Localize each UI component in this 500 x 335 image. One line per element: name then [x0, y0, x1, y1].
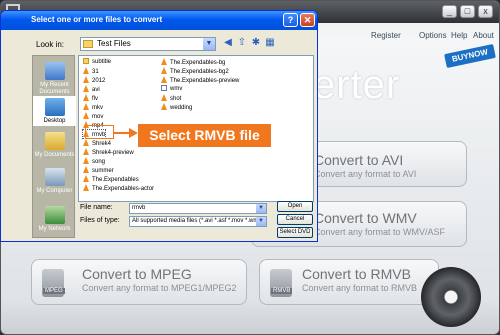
- up-folder-icon[interactable]: ⇧: [236, 37, 248, 49]
- chevron-down-icon[interactable]: ▼: [203, 38, 215, 50]
- dialog-close-button[interactable]: ✕: [300, 13, 315, 27]
- open-file-dialog: Select one or more files to convert ? ✕ …: [0, 10, 318, 242]
- cancel-button[interactable]: Cancel: [277, 214, 313, 225]
- file-item[interactable]: mkv: [83, 103, 103, 111]
- menu-options[interactable]: Options: [419, 31, 447, 40]
- convert-wmv-title: Convert to WMV: [314, 210, 417, 226]
- convert-avi-subtitle: Convert any format to AVI: [314, 169, 417, 179]
- convert-mpeg-subtitle: Convert any format to MPEG1/MPEG2: [82, 283, 237, 293]
- file-item[interactable]: Shrek4-preview: [83, 148, 134, 156]
- app-title-fragment: erter: [313, 63, 401, 107]
- file-item[interactable]: shot: [161, 94, 181, 102]
- app-minimize-button[interactable]: _: [442, 5, 457, 18]
- my-network-icon: [44, 206, 65, 224]
- dialog-title: Select one or more files to convert: [31, 15, 163, 24]
- callout-label: Select RMVB file: [138, 124, 271, 147]
- callout-arrowhead-icon: [129, 128, 138, 138]
- convert-avi-title: Convert to AVI: [314, 152, 404, 168]
- recent-documents-icon: [44, 62, 65, 80]
- file-item[interactable]: 31: [83, 67, 99, 75]
- file-name-value: rmvb: [132, 205, 146, 211]
- menu-register[interactable]: Register: [371, 31, 401, 40]
- file-item[interactable]: subtitle: [83, 58, 111, 66]
- file-item[interactable]: Shrek4: [83, 139, 111, 147]
- callout-highlight-box: [85, 125, 114, 139]
- file-item[interactable]: The.Expendables-preview: [161, 76, 239, 84]
- file-item[interactable]: The.Expendables-bg: [161, 58, 225, 66]
- my-computer-icon: [44, 168, 65, 186]
- place-my-network[interactable]: My Network: [33, 206, 76, 233]
- file-name-input[interactable]: rmvb ▼: [129, 203, 267, 214]
- convert-mpeg-title: Convert to MPEG: [82, 266, 192, 282]
- file-item[interactable]: The.Expendables: [83, 175, 139, 183]
- chevron-down-icon[interactable]: ▼: [256, 204, 266, 213]
- chevron-down-icon[interactable]: ▼: [256, 217, 266, 226]
- disc-icon: [421, 267, 481, 327]
- select-dvd-button[interactable]: Select DVD: [277, 227, 313, 238]
- files-of-type-value: All supported media files (*.avi *.asf *…: [132, 218, 262, 224]
- file-item[interactable]: 2012: [83, 76, 105, 84]
- app-close-button[interactable]: x: [478, 5, 493, 18]
- folder-icon: [83, 40, 93, 48]
- file-item[interactable]: flv: [83, 94, 98, 102]
- app-maximize-button[interactable]: □: [460, 5, 475, 18]
- file-item[interactable]: wmv: [161, 85, 182, 93]
- look-in-dropdown[interactable]: Test Files ▼: [80, 37, 216, 51]
- my-documents-icon: [44, 132, 65, 150]
- files-of-type-label: Files of type:: [80, 217, 120, 224]
- file-item[interactable]: The.Expendables-bg2: [161, 67, 229, 75]
- file-name-label: File name:: [80, 204, 113, 211]
- look-in-value: Test Files: [97, 39, 131, 48]
- rmvb-file-icon: RMVB: [270, 269, 293, 297]
- file-item[interactable]: The.Expendables-actor: [83, 184, 154, 192]
- menu-help[interactable]: Help: [451, 31, 467, 40]
- file-item[interactable]: mov: [83, 112, 103, 120]
- buy-now-badge[interactable]: BUYNOW: [444, 43, 496, 69]
- back-icon[interactable]: ◀: [222, 37, 234, 49]
- convert-wmv-subtitle: Convert any format to WMV/ASF: [314, 227, 446, 237]
- places-bar: My Recent Documents Desktop My Documents…: [32, 55, 76, 238]
- place-desktop[interactable]: Desktop: [33, 96, 76, 126]
- file-item[interactable]: wedding: [161, 103, 192, 111]
- desktop-icon: [44, 98, 65, 116]
- open-button[interactable]: Open: [277, 201, 313, 212]
- convert-to-rmvb-button[interactable]: RMVB Convert to RMVB Convert any format …: [259, 259, 439, 305]
- view-menu-icon[interactable]: ▦: [264, 37, 276, 49]
- menu-about[interactable]: About: [473, 31, 494, 40]
- place-my-computer[interactable]: My Computer: [33, 168, 76, 195]
- mpeg-file-icon: MPEG: [42, 269, 65, 297]
- file-item[interactable]: summer: [83, 166, 114, 174]
- place-recent-documents[interactable]: My Recent Documents: [33, 62, 76, 96]
- look-in-label: Look in:: [36, 40, 65, 49]
- convert-rmvb-subtitle: Convert any format to RMVB: [302, 283, 418, 293]
- file-item[interactable]: avi: [83, 85, 100, 93]
- new-folder-icon[interactable]: ✱: [250, 37, 262, 49]
- convert-rmvb-title: Convert to RMVB: [302, 266, 411, 282]
- file-item[interactable]: song: [83, 157, 105, 165]
- dialog-title-bar: Select one or more files to convert ? ✕: [1, 11, 317, 30]
- place-my-documents[interactable]: My Documents: [33, 132, 76, 159]
- dialog-help-button[interactable]: ?: [283, 13, 298, 27]
- convert-to-mpeg-button[interactable]: MPEG Convert to MPEG Convert any format …: [31, 259, 247, 305]
- files-of-type-select[interactable]: All supported media files (*.avi *.asf *…: [129, 216, 267, 227]
